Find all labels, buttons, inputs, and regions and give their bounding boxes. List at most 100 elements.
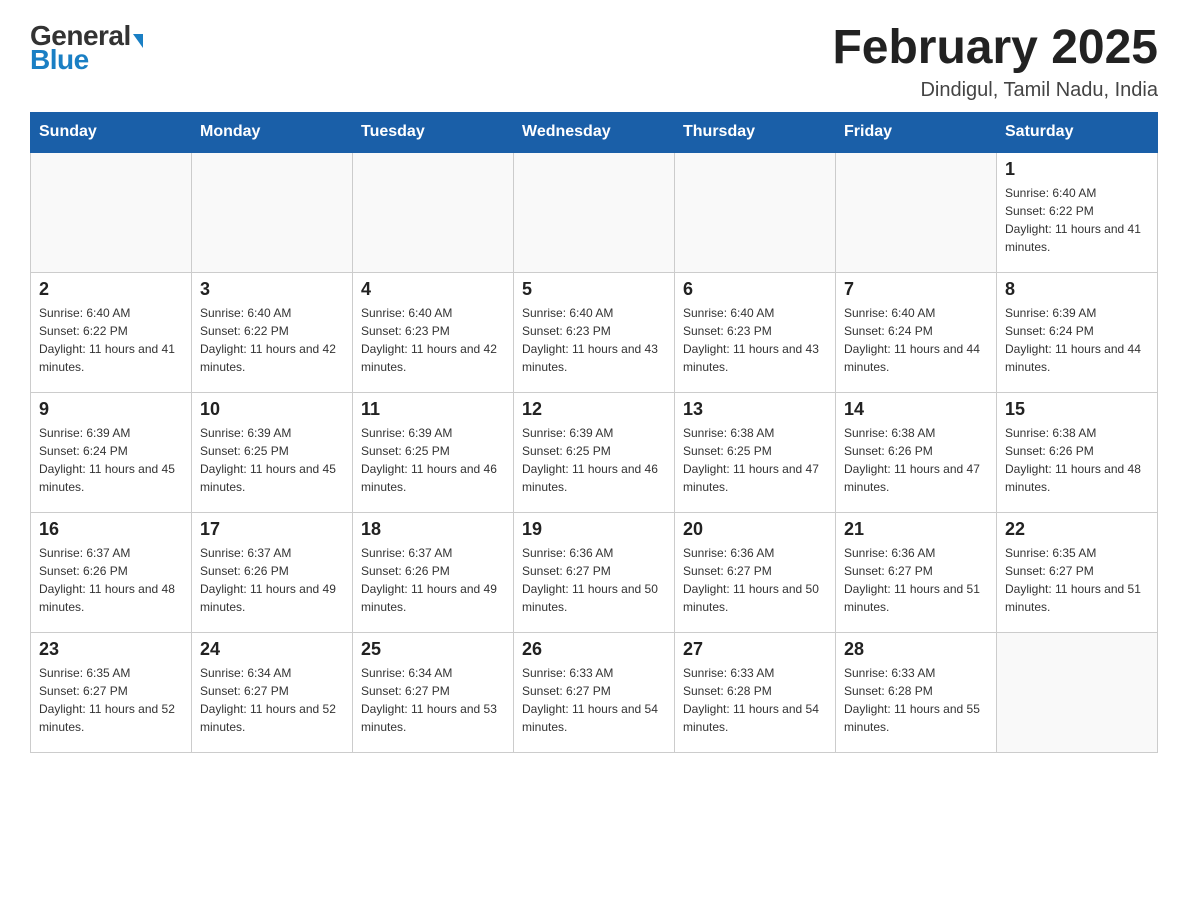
calendar-cell: 7 Sunrise: 6:40 AMSunset: 6:24 PMDaylight… xyxy=(836,272,997,392)
calendar-cell: 19 Sunrise: 6:36 AMSunset: 6:27 PMDayligh… xyxy=(514,512,675,632)
calendar-cell: 18 Sunrise: 6:37 AMSunset: 6:26 PMDayligh… xyxy=(353,512,514,632)
day-number: 27 xyxy=(683,639,827,660)
calendar-cell: 11 Sunrise: 6:39 AMSunset: 6:25 PMDayligh… xyxy=(353,392,514,512)
logo: General Blue xyxy=(30,20,143,76)
day-number: 12 xyxy=(522,399,666,420)
calendar-cell: 22 Sunrise: 6:35 AMSunset: 6:27 PMDayligh… xyxy=(997,512,1158,632)
day-number: 22 xyxy=(1005,519,1149,540)
day-info: Sunrise: 6:35 AMSunset: 6:27 PMDaylight:… xyxy=(1005,544,1149,616)
calendar-cell xyxy=(675,152,836,272)
day-number: 3 xyxy=(200,279,344,300)
day-number: 26 xyxy=(522,639,666,660)
day-info: Sunrise: 6:38 AMSunset: 6:25 PMDaylight:… xyxy=(683,424,827,496)
weekday-header-thursday: Thursday xyxy=(675,113,836,153)
day-info: Sunrise: 6:36 AMSunset: 6:27 PMDaylight:… xyxy=(522,544,666,616)
day-number: 18 xyxy=(361,519,505,540)
day-info: Sunrise: 6:37 AMSunset: 6:26 PMDaylight:… xyxy=(200,544,344,616)
day-info: Sunrise: 6:39 AMSunset: 6:25 PMDaylight:… xyxy=(522,424,666,496)
day-number: 28 xyxy=(844,639,988,660)
calendar-table: SundayMondayTuesdayWednesdayThursdayFrid… xyxy=(30,112,1158,753)
weekday-header-wednesday: Wednesday xyxy=(514,113,675,153)
day-number: 16 xyxy=(39,519,183,540)
calendar-cell: 5 Sunrise: 6:40 AMSunset: 6:23 PMDaylight… xyxy=(514,272,675,392)
day-number: 13 xyxy=(683,399,827,420)
day-info: Sunrise: 6:36 AMSunset: 6:27 PMDaylight:… xyxy=(844,544,988,616)
day-info: Sunrise: 6:34 AMSunset: 6:27 PMDaylight:… xyxy=(200,664,344,736)
calendar-cell xyxy=(836,152,997,272)
day-number: 23 xyxy=(39,639,183,660)
calendar-week-5: 23 Sunrise: 6:35 AMSunset: 6:27 PMDayligh… xyxy=(31,632,1158,752)
day-number: 20 xyxy=(683,519,827,540)
calendar-cell xyxy=(192,152,353,272)
location-text: Dindigul, Tamil Nadu, India xyxy=(832,79,1158,102)
calendar-cell: 12 Sunrise: 6:39 AMSunset: 6:25 PMDayligh… xyxy=(514,392,675,512)
day-info: Sunrise: 6:33 AMSunset: 6:28 PMDaylight:… xyxy=(683,664,827,736)
calendar-week-4: 16 Sunrise: 6:37 AMSunset: 6:26 PMDayligh… xyxy=(31,512,1158,632)
calendar-cell: 4Sunrise: 6:40 AMSunset: 6:23 PMDaylight… xyxy=(353,272,514,392)
weekday-header-monday: Monday xyxy=(192,113,353,153)
day-number: 14 xyxy=(844,399,988,420)
day-info: Sunrise: 6:40 AMSunset: 6:22 PMDaylight:… xyxy=(39,304,183,376)
calendar-cell xyxy=(997,632,1158,752)
calendar-week-2: 2 Sunrise: 6:40 AMSunset: 6:22 PMDaylight… xyxy=(31,272,1158,392)
calendar-cell: 27 Sunrise: 6:33 AMSunset: 6:28 PMDayligh… xyxy=(675,632,836,752)
calendar-cell: 25 Sunrise: 6:34 AMSunset: 6:27 PMDayligh… xyxy=(353,632,514,752)
day-info: Sunrise: 6:40 AMSunset: 6:22 PMDaylight:… xyxy=(1005,184,1149,256)
calendar-cell: 28 Sunrise: 6:33 AMSunset: 6:28 PMDayligh… xyxy=(836,632,997,752)
day-info: Sunrise: 6:36 AMSunset: 6:27 PMDaylight:… xyxy=(683,544,827,616)
calendar-cell: 6Sunrise: 6:40 AMSunset: 6:23 PMDaylight… xyxy=(675,272,836,392)
day-info: Sunrise: 6:39 AMSunset: 6:24 PMDaylight:… xyxy=(1005,304,1149,376)
calendar-cell: 15Sunrise: 6:38 AMSunset: 6:26 PMDayligh… xyxy=(997,392,1158,512)
weekday-header-saturday: Saturday xyxy=(997,113,1158,153)
calendar-cell: 23 Sunrise: 6:35 AMSunset: 6:27 PMDayligh… xyxy=(31,632,192,752)
month-title: February 2025 xyxy=(832,20,1158,75)
day-info: Sunrise: 6:40 AMSunset: 6:22 PMDaylight:… xyxy=(200,304,344,376)
calendar-cell: 9Sunrise: 6:39 AMSunset: 6:24 PMDaylight… xyxy=(31,392,192,512)
title-area: February 2025 Dindigul, Tamil Nadu, Indi… xyxy=(832,20,1158,102)
day-number: 5 xyxy=(522,279,666,300)
day-number: 21 xyxy=(844,519,988,540)
calendar-cell xyxy=(353,152,514,272)
calendar-cell: 24 Sunrise: 6:34 AMSunset: 6:27 PMDayligh… xyxy=(192,632,353,752)
day-info: Sunrise: 6:35 AMSunset: 6:27 PMDaylight:… xyxy=(39,664,183,736)
day-number: 4 xyxy=(361,279,505,300)
day-number: 11 xyxy=(361,399,505,420)
calendar-cell: 8 Sunrise: 6:39 AMSunset: 6:24 PMDaylight… xyxy=(997,272,1158,392)
day-info: Sunrise: 6:38 AMSunset: 6:26 PMDaylight:… xyxy=(844,424,988,496)
calendar-cell: 14 Sunrise: 6:38 AMSunset: 6:26 PMDayligh… xyxy=(836,392,997,512)
day-number: 6 xyxy=(683,279,827,300)
day-number: 8 xyxy=(1005,279,1149,300)
day-info: Sunrise: 6:37 AMSunset: 6:26 PMDaylight:… xyxy=(361,544,505,616)
day-info: Sunrise: 6:33 AMSunset: 6:28 PMDaylight:… xyxy=(844,664,988,736)
day-number: 19 xyxy=(522,519,666,540)
day-number: 2 xyxy=(39,279,183,300)
calendar-cell: 21 Sunrise: 6:36 AMSunset: 6:27 PMDayligh… xyxy=(836,512,997,632)
day-number: 1 xyxy=(1005,159,1149,180)
day-number: 7 xyxy=(844,279,988,300)
calendar-cell xyxy=(31,152,192,272)
logo-triangle-icon xyxy=(133,34,143,48)
day-info: Sunrise: 6:40 AMSunset: 6:23 PMDaylight:… xyxy=(522,304,666,376)
calendar-cell: 16Sunrise: 6:37 AMSunset: 6:26 PMDayligh… xyxy=(31,512,192,632)
calendar-cell: 13 Sunrise: 6:38 AMSunset: 6:25 PMDayligh… xyxy=(675,392,836,512)
day-info: Sunrise: 6:40 AMSunset: 6:24 PMDaylight:… xyxy=(844,304,988,376)
calendar-week-1: 1 Sunrise: 6:40 AMSunset: 6:22 PMDaylight… xyxy=(31,152,1158,272)
weekday-header-row: SundayMondayTuesdayWednesdayThursdayFrid… xyxy=(31,113,1158,153)
day-number: 17 xyxy=(200,519,344,540)
weekday-header-sunday: Sunday xyxy=(31,113,192,153)
calendar-cell: 20 Sunrise: 6:36 AMSunset: 6:27 PMDayligh… xyxy=(675,512,836,632)
weekday-header-friday: Friday xyxy=(836,113,997,153)
day-info: Sunrise: 6:38 AMSunset: 6:26 PMDaylight:… xyxy=(1005,424,1149,496)
day-number: 24 xyxy=(200,639,344,660)
calendar-cell: 17 Sunrise: 6:37 AMSunset: 6:26 PMDayligh… xyxy=(192,512,353,632)
day-number: 25 xyxy=(361,639,505,660)
day-info: Sunrise: 6:39 AMSunset: 6:25 PMDaylight:… xyxy=(361,424,505,496)
calendar-cell: 10Sunrise: 6:39 AMSunset: 6:25 PMDayligh… xyxy=(192,392,353,512)
weekday-header-tuesday: Tuesday xyxy=(353,113,514,153)
day-info: Sunrise: 6:34 AMSunset: 6:27 PMDaylight:… xyxy=(361,664,505,736)
logo-blue-text: Blue xyxy=(30,44,89,76)
day-info: Sunrise: 6:33 AMSunset: 6:27 PMDaylight:… xyxy=(522,664,666,736)
calendar-cell: 2 Sunrise: 6:40 AMSunset: 6:22 PMDaylight… xyxy=(31,272,192,392)
calendar-cell: 26 Sunrise: 6:33 AMSunset: 6:27 PMDayligh… xyxy=(514,632,675,752)
day-info: Sunrise: 6:39 AMSunset: 6:25 PMDaylight:… xyxy=(200,424,344,496)
